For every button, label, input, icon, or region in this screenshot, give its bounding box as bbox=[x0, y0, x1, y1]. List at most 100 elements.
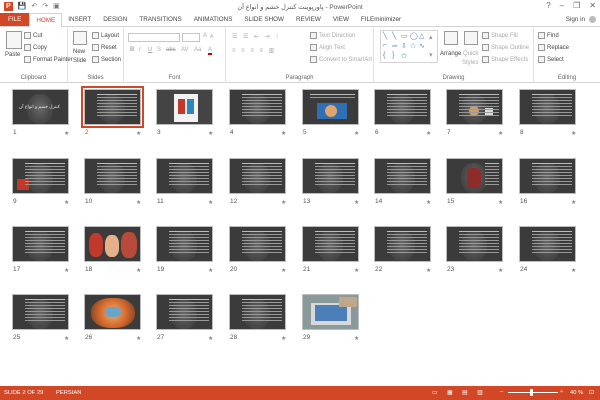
close-button[interactable]: ✕ bbox=[589, 1, 596, 10]
transition-star-icon[interactable]: ★ bbox=[208, 335, 213, 342]
transition-star-icon[interactable]: ★ bbox=[571, 199, 576, 206]
tab-home[interactable]: HOME bbox=[29, 13, 63, 27]
transition-star-icon[interactable]: ★ bbox=[64, 267, 69, 274]
slide-thumbnail[interactable] bbox=[229, 158, 286, 194]
transition-star-icon[interactable]: ★ bbox=[64, 199, 69, 206]
transition-star-icon[interactable]: ★ bbox=[354, 267, 359, 274]
slide-thumbnail[interactable] bbox=[446, 158, 503, 194]
change-case-button[interactable]: Aa bbox=[194, 47, 201, 53]
slide-thumbnail[interactable] bbox=[446, 226, 503, 262]
strikethrough-button[interactable]: abc bbox=[166, 47, 176, 53]
shrink-font-button[interactable]: A bbox=[210, 34, 213, 40]
slide-thumbnail[interactable] bbox=[374, 158, 431, 194]
tab-design[interactable]: DESIGN bbox=[97, 13, 133, 26]
transition-star-icon[interactable]: ★ bbox=[136, 130, 141, 137]
tab-transitions[interactable]: TRANSITIONS bbox=[133, 13, 187, 26]
select-button[interactable]: Select bbox=[538, 56, 564, 63]
transition-star-icon[interactable]: ★ bbox=[426, 267, 431, 274]
slide-thumbnail[interactable] bbox=[374, 226, 431, 262]
slide-thumbnail[interactable] bbox=[302, 158, 359, 194]
slide-thumbnail[interactable] bbox=[81, 86, 144, 128]
quick-styles-button[interactable]: Quick bbox=[463, 51, 478, 57]
transition-star-icon[interactable]: ★ bbox=[208, 267, 213, 274]
transition-star-icon[interactable]: ★ bbox=[571, 267, 576, 274]
transition-star-icon[interactable]: ★ bbox=[571, 130, 576, 137]
tab-review[interactable]: REVIEW bbox=[290, 13, 327, 26]
slide-thumbnail[interactable] bbox=[84, 226, 141, 262]
transition-star-icon[interactable]: ★ bbox=[281, 335, 286, 342]
tab-insert[interactable]: INSERT bbox=[62, 13, 97, 26]
transition-star-icon[interactable]: ★ bbox=[281, 130, 286, 137]
tab-animations[interactable]: ANIMATIONS bbox=[188, 13, 239, 26]
help-button[interactable]: ? bbox=[546, 1, 550, 10]
slide-thumbnail[interactable]: کنترل خشم و انواع آن bbox=[12, 89, 69, 125]
bullets-numbering-buttons[interactable]: ☰ ☰ ⇤ ⇥ ↕ bbox=[232, 33, 280, 40]
shape-fill-button[interactable]: Shape Fill bbox=[482, 32, 518, 39]
transition-star-icon[interactable]: ★ bbox=[64, 130, 69, 137]
slide-thumbnail[interactable] bbox=[156, 294, 213, 330]
cut-button[interactable]: Cut bbox=[24, 32, 42, 39]
section-button[interactable]: Section bbox=[92, 56, 121, 63]
transition-star-icon[interactable]: ★ bbox=[354, 335, 359, 342]
arrange-button[interactable]: Arrange bbox=[440, 51, 461, 57]
zoom-out-button[interactable]: – bbox=[500, 389, 503, 395]
transition-star-icon[interactable]: ★ bbox=[498, 267, 503, 274]
convert-smartart-button[interactable]: Convert to SmartArt bbox=[310, 56, 372, 63]
transition-star-icon[interactable]: ★ bbox=[281, 199, 286, 206]
transition-star-icon[interactable]: ★ bbox=[208, 130, 213, 137]
new-slide-button[interactable]: New bbox=[73, 49, 85, 55]
alignment-buttons[interactable]: ≡ ≡ ≡ ≡ ▥ bbox=[232, 47, 276, 54]
tab-slide-show[interactable]: SLIDE SHOW bbox=[238, 13, 290, 26]
transition-star-icon[interactable]: ★ bbox=[426, 130, 431, 137]
tab-fileminimizer[interactable]: FILEminimizer bbox=[355, 13, 407, 26]
character-spacing-button[interactable]: AV bbox=[181, 47, 189, 53]
shape-outline-button[interactable]: Shape Outline bbox=[482, 44, 529, 51]
format-painter-button[interactable]: Format Painter bbox=[24, 56, 73, 63]
shape-effects-button[interactable]: Shape Effects bbox=[482, 56, 528, 63]
text-direction-button[interactable]: Text Direction bbox=[310, 32, 355, 39]
restore-button[interactable]: ❐ bbox=[573, 1, 580, 10]
grow-font-button[interactable]: A bbox=[203, 33, 207, 39]
slide-thumbnail[interactable] bbox=[156, 89, 213, 125]
slide-thumbnail[interactable] bbox=[229, 294, 286, 330]
slide-thumbnail[interactable] bbox=[84, 158, 141, 194]
slide-thumbnail[interactable] bbox=[519, 158, 576, 194]
reset-button[interactable]: Reset bbox=[92, 44, 117, 51]
slide-thumbnail[interactable] bbox=[302, 226, 359, 262]
font-size-combobox[interactable] bbox=[182, 33, 200, 42]
minimize-button[interactable]: – bbox=[560, 1, 564, 10]
slide-thumbnail[interactable] bbox=[302, 294, 359, 330]
shapes-gallery[interactable]: ╲ ╲ ▭ ◯ △ ⌐ ⇨ ⇩ ☆ ∿ { } ✩ ▴ ▾ bbox=[380, 30, 438, 63]
sign-in-link[interactable]: Sign in bbox=[566, 16, 596, 23]
slide-thumbnail[interactable] bbox=[12, 226, 69, 262]
transition-star-icon[interactable]: ★ bbox=[64, 335, 69, 342]
transition-star-icon[interactable]: ★ bbox=[498, 130, 503, 137]
copy-button[interactable]: Copy bbox=[24, 44, 47, 51]
shadow-button[interactable]: S bbox=[157, 47, 161, 53]
align-text-button[interactable]: Align Text bbox=[310, 44, 345, 51]
slide-thumbnail[interactable] bbox=[302, 89, 359, 125]
zoom-level[interactable]: 40 % bbox=[570, 390, 583, 396]
transition-star-icon[interactable]: ★ bbox=[281, 267, 286, 274]
italic-button[interactable]: I bbox=[139, 47, 141, 53]
transition-star-icon[interactable]: ★ bbox=[136, 267, 141, 274]
shapes-more-icon[interactable]: ▾ bbox=[429, 51, 433, 59]
font-color-button[interactable]: A bbox=[208, 47, 213, 55]
slide-thumbnail[interactable] bbox=[519, 226, 576, 262]
tab-file[interactable]: FILE bbox=[0, 13, 30, 26]
zoom-slider[interactable] bbox=[508, 392, 558, 393]
transition-star-icon[interactable]: ★ bbox=[136, 335, 141, 342]
slide-thumbnail[interactable] bbox=[12, 158, 69, 194]
find-button[interactable]: Find bbox=[538, 32, 559, 39]
slide-thumbnail[interactable] bbox=[84, 294, 141, 330]
slide-thumbnail[interactable] bbox=[156, 226, 213, 262]
transition-star-icon[interactable]: ★ bbox=[208, 199, 213, 206]
paste-button[interactable]: Paste bbox=[5, 52, 20, 58]
slide-thumbnail[interactable] bbox=[446, 89, 503, 125]
slide-thumbnail[interactable] bbox=[156, 158, 213, 194]
bold-button[interactable]: B bbox=[130, 47, 134, 53]
transition-star-icon[interactable]: ★ bbox=[426, 199, 431, 206]
tab-view[interactable]: VIEW bbox=[327, 13, 355, 26]
transition-star-icon[interactable]: ★ bbox=[498, 199, 503, 206]
transition-star-icon[interactable]: ★ bbox=[354, 199, 359, 206]
